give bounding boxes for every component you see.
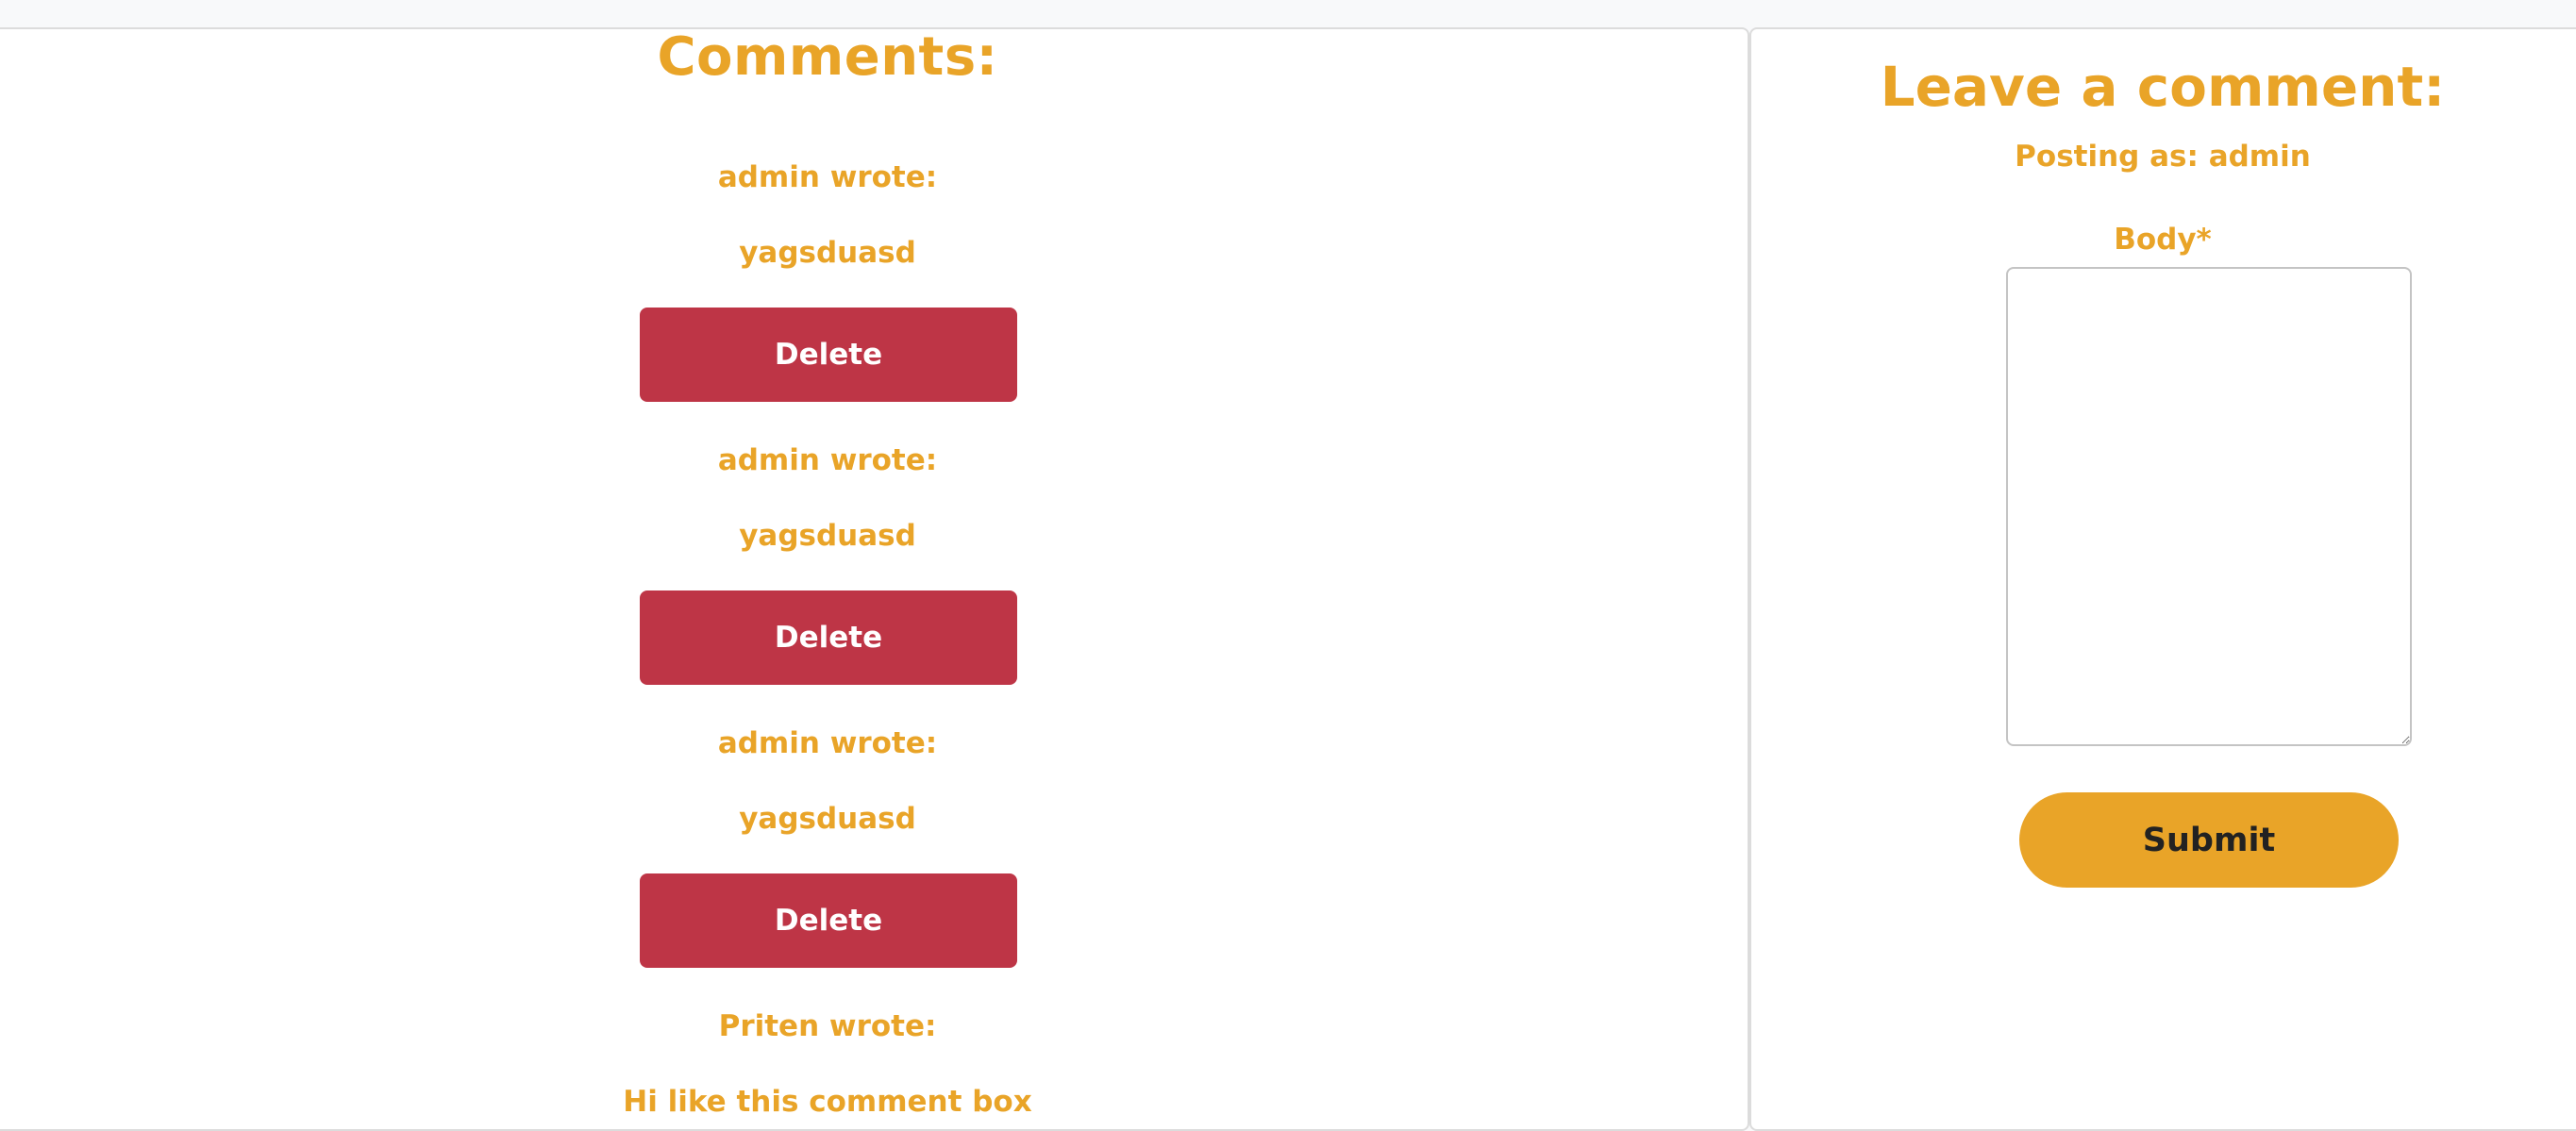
comment-body: Hi like this comment box [623,1085,1032,1119]
comment-form-title: Leave a comment: [1880,55,2446,119]
comment-item: admin wrote: yagsduasd Delete [0,151,1655,406]
comment-author: admin wrote: [717,726,938,760]
comment-body: yagsduasd [739,236,916,270]
comment-item: admin wrote: yagsduasd Delete [0,717,1655,972]
comment-author: admin wrote: [717,443,938,477]
comments-title: Comments: [657,26,998,88]
top-bar [0,0,2576,27]
comment-author: admin wrote: [717,160,938,194]
body-textarea[interactable] [2006,267,2412,746]
comment-author: Priten wrote: [718,1009,937,1043]
delete-button[interactable]: Delete [640,590,1017,685]
delete-button[interactable]: Delete [640,308,1017,402]
body-field-label: Body* [2114,223,2212,257]
comment-item: admin wrote: yagsduasd Delete [0,434,1655,689]
comment-body: yagsduasd [739,519,916,553]
submit-button[interactable]: Submit [2019,792,2399,888]
comment-body: yagsduasd [739,802,916,836]
comment-item: Priten wrote: Hi like this comment box [0,1000,1655,1119]
posting-as-label: Posting as: admin [2015,140,2311,174]
delete-button[interactable]: Delete [640,873,1017,968]
